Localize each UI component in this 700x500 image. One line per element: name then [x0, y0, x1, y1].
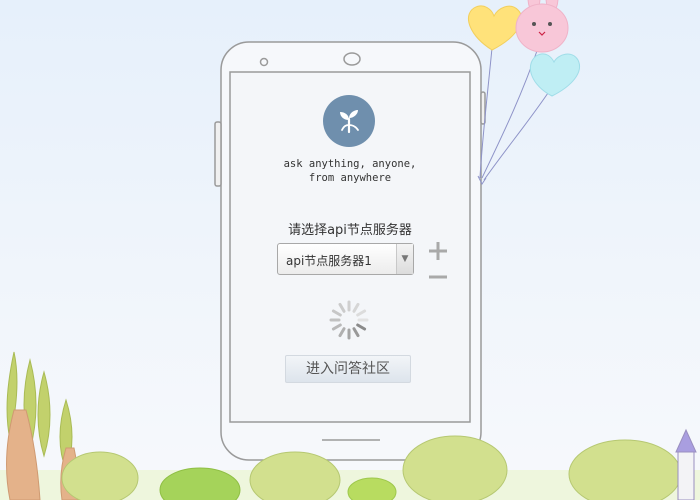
server-select-label: 请选择api节点服务器 [288, 223, 412, 238]
app-logo [323, 95, 375, 147]
bunny-balloon [515, 0, 569, 53]
remove-server-button[interactable] [428, 267, 448, 279]
blue-heart-balloon [530, 53, 580, 97]
server-select-value: api节点服务器1 [286, 254, 372, 268]
add-server-button[interactable] [428, 241, 448, 261]
yellow-heart-balloon [468, 5, 523, 51]
server-select[interactable]: api节点服务器1 ▼ [277, 243, 414, 275]
slogan-line-1: ask anything, anyone, [283, 158, 417, 170]
plus-icon [429, 242, 447, 260]
slogan-line-2: from anywhere [308, 172, 392, 184]
dropdown-arrow-icon[interactable]: ▼ [396, 244, 413, 274]
minus-icon [429, 275, 447, 279]
enter-community-button[interactable]: 进入问答社区 [285, 355, 411, 383]
small-tower [675, 428, 697, 500]
loading-spinner-icon [329, 300, 369, 340]
sprout-logo-icon [340, 110, 359, 134]
